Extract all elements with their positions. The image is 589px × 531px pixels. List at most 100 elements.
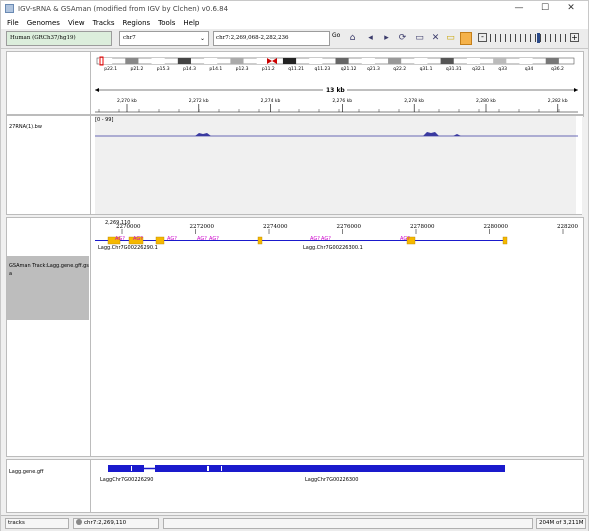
gsaman-track-name-highlight[interactable]: GSAman Track:Lagg.gene.gff.gs a [7,256,89,320]
ideogram-band [440,58,454,64]
ruler-tick-label: 2,278 kb [404,98,424,104]
menu-help[interactable]: Help [183,19,199,27]
igv-window: IGV-sRNA & GSAman (modified from IGV by … [0,0,589,531]
status-memory: 204M of 3,211M [536,518,586,529]
chromosome-dropdown[interactable]: chr7 ⌄ [119,31,209,46]
sirna-label: AG? [400,236,410,242]
gsaman-panel: GSAman Track:Lagg.gene.gff.gs a 2270000 2… [6,217,584,457]
gene-data-column[interactable]: LaggChr7G00226290 LaggChr7G00226300 [95,460,576,512]
toolbar: Human (GRCh37/hg19) chr7 ⌄ chr7:2,269,068… [1,29,588,49]
ruler-tick-label: 2,280 kb [476,98,496,104]
ideogram-band [493,58,507,64]
ideogram-band-label: q36.2 [551,66,564,72]
zoom-out-button[interactable]: - [478,33,487,42]
menu-tools[interactable]: Tools [158,19,175,27]
ideogram-band [414,58,428,64]
ruler-tick-label: 2,282 kb [548,98,568,104]
ideogram-band [99,58,113,64]
bigwig-track-name[interactable]: 27RNA(1).bw [9,124,42,130]
popup-info-icon[interactable]: ▭ [445,33,456,44]
gsaman-ruler-start: 2,269,110 [105,220,131,226]
sirna-label: AG? [321,236,331,242]
ideogram-band-label: q31.31 [446,66,462,72]
minimize-button[interactable]: — [506,1,532,16]
ruler-toggle-button[interactable] [460,32,472,45]
bigwig-data-column[interactable]: [0 - 99] [95,116,578,214]
close-tracks-icon[interactable]: ✕ [430,33,441,44]
ideogram-band [309,58,323,64]
ideogram-band [466,58,481,64]
close-button[interactable]: ✕ [558,1,584,16]
menu-file[interactable]: File [7,19,19,27]
zoom-tick [545,34,546,42]
ideogram-band-label: q11.23 [314,66,330,72]
zoom-tick [525,34,526,42]
sirna-label: AG? [197,236,207,242]
gsaman-svg: 2270000 2272000 2274000 2276000 2278000 22800… [95,224,578,245]
gsaman-ruler-tick-label: 2280000 [484,224,509,230]
home-icon[interactable]: ⌂ [347,33,358,44]
refresh-icon[interactable]: ⟳ [397,33,408,44]
ideogram-band [282,58,297,64]
window-title: IGV-sRNA & GSAman (modified from IGV by … [18,4,229,13]
gene-label-2: LaggChr7G00226300 [305,477,359,483]
ideogram-band-label: q11.21 [288,66,304,72]
zoom-in-button[interactable]: + [570,33,579,42]
maximize-button[interactable]: ☐ [532,1,558,16]
header-name-column [7,52,91,114]
status-indicator-icon [76,519,82,525]
gene-label-1: LaggChr7G00226290 [100,477,154,483]
locus-input[interactable]: chr7:2,269,068-2,282,236 [213,31,330,46]
span-arrow-right [574,88,578,92]
gsaman-exon [155,236,165,245]
ideogram-band-label: p15.3 [157,66,170,72]
gene-name-column: Lagg.gene.gff [7,460,91,512]
menu-regions[interactable]: Regions [123,19,151,27]
zoom-tick [550,34,551,42]
status-position-text: chr7:2,269,110 [84,520,127,526]
menu-genomes[interactable]: Genomes [27,19,60,27]
gsaman-ruler-tick-label: 2276000 [337,224,362,230]
ideogram-band [177,58,191,64]
genome-dropdown[interactable]: Human (GRCh37/hg19) [6,31,112,46]
menu-tracks[interactable]: Tracks [93,19,115,27]
gsaman-exon [257,236,263,245]
app-icon [5,4,14,13]
back-icon[interactable]: ◂ [365,33,376,44]
ideogram-band-label: p21.2 [131,66,144,72]
zoom-tick [510,34,511,42]
sirna-label: AG? [133,236,143,242]
ideogram-band-label: p14.3 [183,66,196,72]
zoom-tick [515,34,516,42]
bigwig-name-column: 27RNA(1).bw [7,116,91,214]
gsaman-ruler-tick-label: 2274000 [263,224,288,230]
go-button[interactable]: Go [332,32,340,39]
gsaman-track-name: GSAman Track:Lagg.gene.gff.gs a [9,263,89,277]
span-arrow-left [95,88,99,92]
gene-panel: Lagg.gene.gff LaggChr7G00226290 LaggChr7… [6,459,584,513]
ideogram-band-label: q32.1 [472,66,485,72]
ideogram-band-label: q34 [525,66,534,72]
header-data-column[interactable]: p22.1 p21.2 p15.3 p14.3 p14.1 p12.3 p11.2 q11.2… [95,52,578,114]
status-position: chr7:2,269,110 [73,518,159,529]
forward-icon[interactable]: ▸ [381,33,392,44]
sirna-label: AG? [310,236,320,242]
ideogram-band-label: p14.1 [209,66,222,72]
gene-track-name[interactable]: Lagg.gene.gff [9,469,44,475]
region-icon[interactable]: ▭ [414,33,425,44]
ideogram-band-label: q22.2 [393,66,406,72]
zoom-tick [560,34,561,42]
menu-bar: File Genomes View Tracks Regions Tools H… [1,16,588,29]
header-panel: p22.1 p21.2 p15.3 p14.3 p14.1 p12.3 p11.2 q11.2… [6,51,584,115]
title-bar: IGV-sRNA & GSAman (modified from IGV by … [1,1,588,16]
menu-view[interactable]: View [68,19,85,27]
zoom-tick [505,34,506,42]
status-bar: tracks chr7:2,269,110 204M of 3,211M [1,515,588,531]
zoom-slider[interactable] [490,33,568,43]
gsaman-data-column[interactable]: 2270000 2272000 2274000 2276000 2278000 22800… [95,218,578,456]
ideogram-band-label: q31.1 [420,66,433,72]
zoom-tick [500,34,501,42]
ruler-tick-label: 2,276 kb [332,98,352,104]
vertical-scrollbar[interactable] [582,117,588,215]
ideogram-band [519,58,533,64]
